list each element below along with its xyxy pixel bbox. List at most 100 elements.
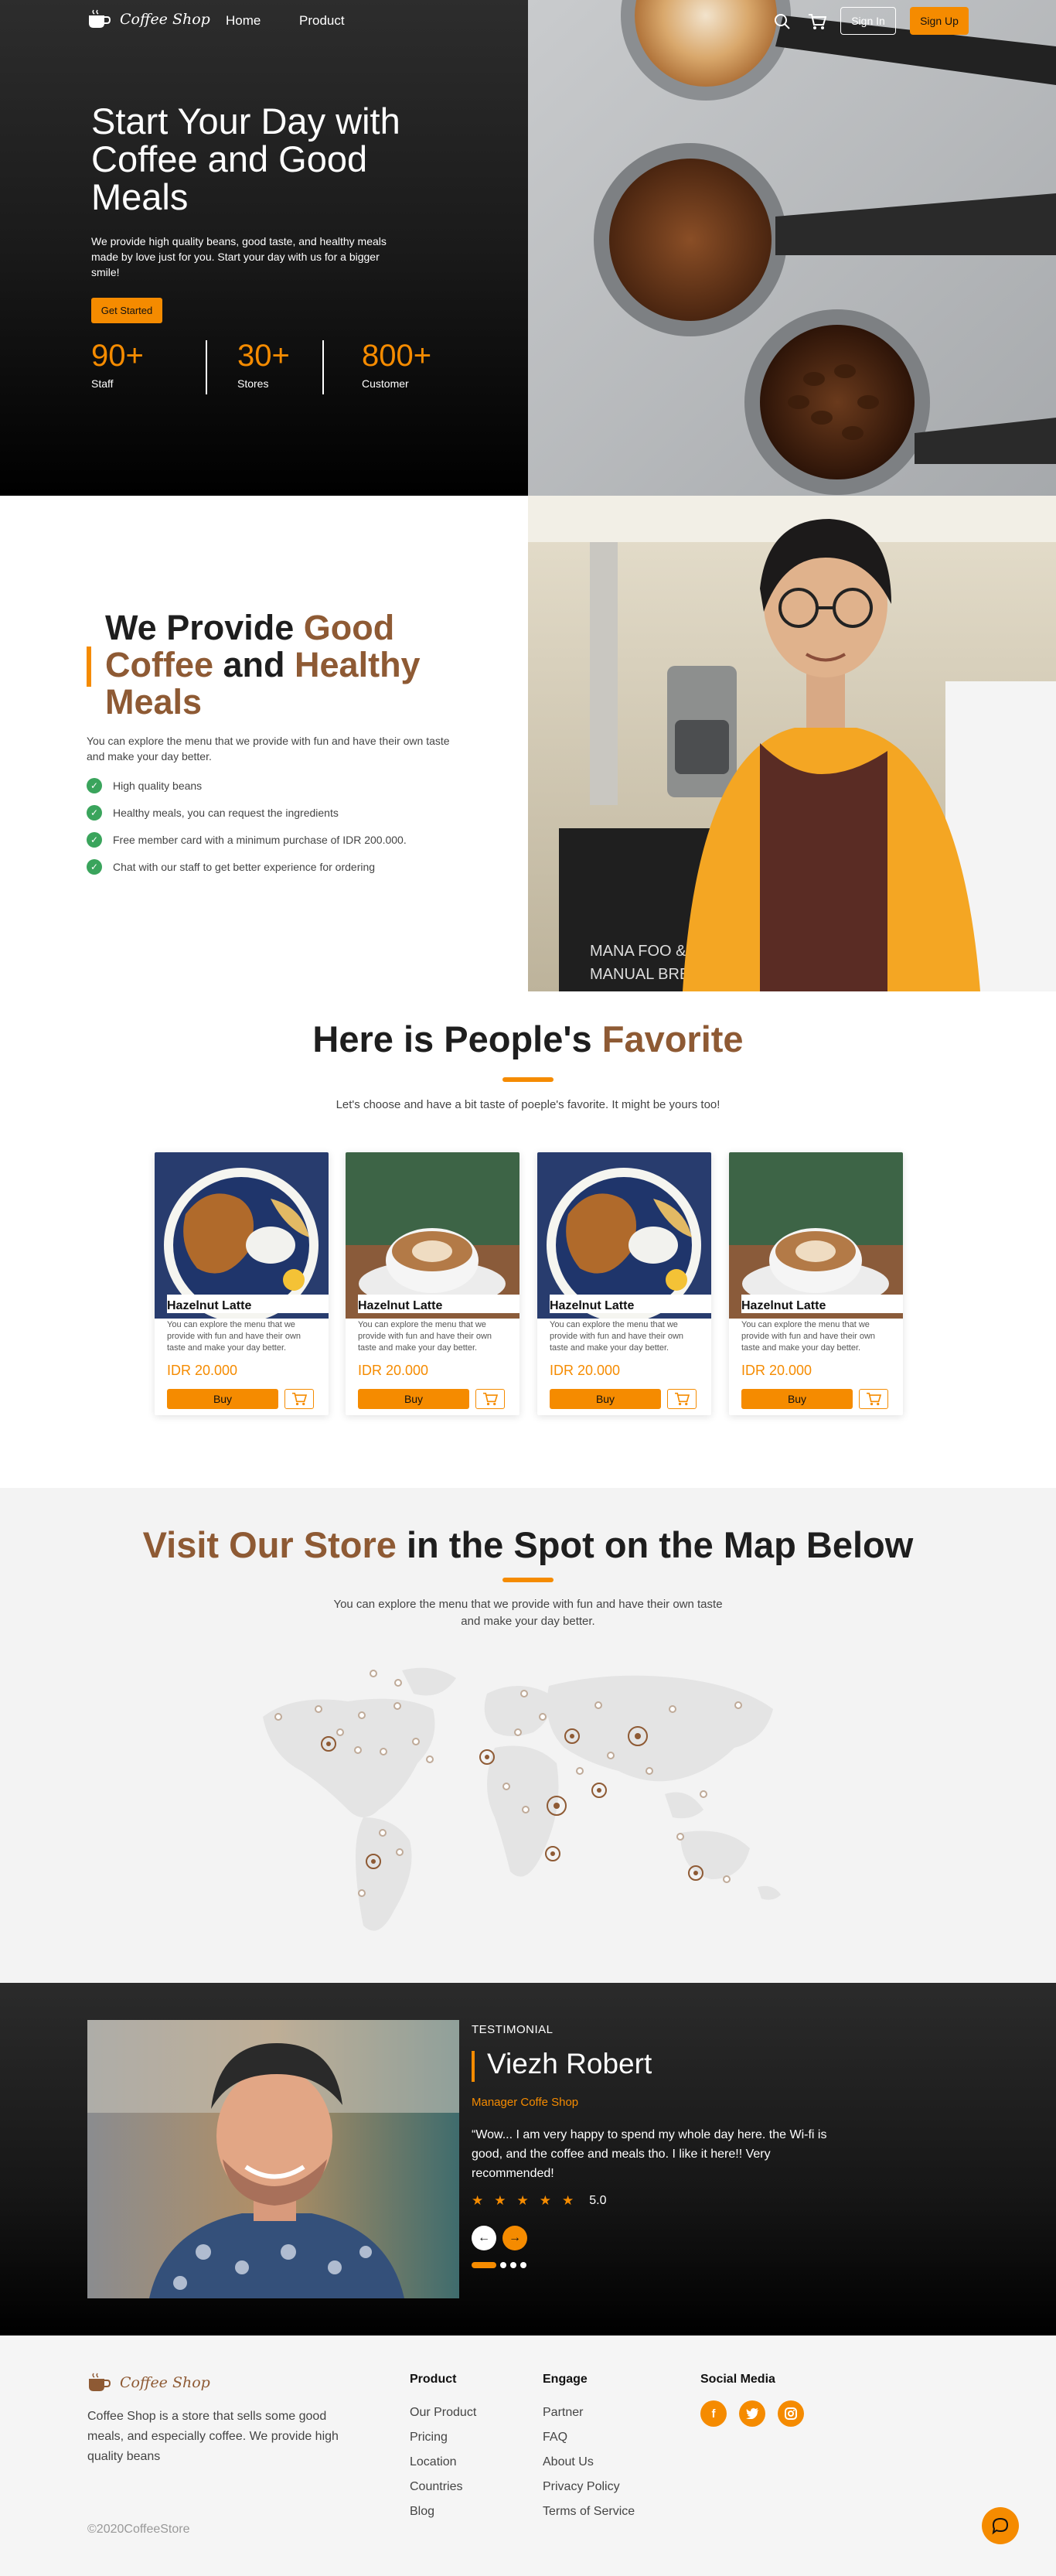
- star-icon: ★: [539, 2193, 551, 2208]
- footer-link[interactable]: Pricing: [410, 2425, 476, 2450]
- testimonial-quote: “Wow... I am very happy to spend my whol…: [472, 2128, 827, 2180]
- provide-description: You can explore the menu that we provide…: [87, 735, 450, 763]
- copyright: ©2020CoffeeStore: [87, 2523, 190, 2536]
- accent-bar: [472, 2051, 475, 2082]
- stat-value: 30+: [237, 339, 290, 373]
- carousel-dot[interactable]: [520, 2262, 526, 2268]
- rating-stars: ★ ★ ★ ★ ★ 5.0: [472, 2193, 607, 2209]
- footer-column-engage: Engage Partner FAQ About Us Privacy Poli…: [543, 2373, 635, 2524]
- stat-staff: 90+ Staff: [91, 337, 144, 390]
- testimonial-name: Viezh Robert: [487, 2048, 652, 2080]
- product-image-food: [537, 1152, 711, 1322]
- hero-title: Start Your Day with Coffee and Good Meal…: [91, 101, 400, 217]
- feature-label: Healthy meals, you can request the ingre…: [113, 807, 339, 819]
- top-navbar: Coffee Shop Home Product Sign In Sign Up: [0, 0, 1056, 43]
- add-to-cart-icon[interactable]: [859, 1389, 888, 1409]
- buy-button[interactable]: Buy: [167, 1389, 278, 1409]
- buy-button[interactable]: Buy: [741, 1389, 853, 1409]
- nav-link-home[interactable]: Home: [226, 13, 261, 29]
- prev-arrow-icon[interactable]: ←: [472, 2226, 496, 2250]
- product-card: Hazelnut Latte You can explore the menu …: [729, 1152, 903, 1415]
- star-icon: ★: [562, 2193, 574, 2208]
- footer-link[interactable]: Blog: [410, 2499, 476, 2524]
- facebook-icon[interactable]: f: [700, 2400, 727, 2427]
- add-to-cart-icon[interactable]: [475, 1389, 505, 1409]
- provide-title: We Provide Good Coffee and Healthy Meals: [105, 609, 476, 721]
- title-highlight: Favorite: [601, 1018, 744, 1059]
- carousel-dot[interactable]: [500, 2262, 506, 2268]
- add-to-cart-icon[interactable]: [284, 1389, 314, 1409]
- footer-description: Coffee Shop is a store that sells some g…: [87, 2410, 339, 2463]
- search-icon[interactable]: [772, 11, 793, 32]
- nav-link-product[interactable]: Product: [299, 13, 345, 29]
- feature-item: ✓ Chat with our staff to get better exper…: [87, 859, 375, 875]
- hero-image-coffee-portafilters: [528, 0, 1056, 496]
- footer-link[interactable]: Countries: [410, 2475, 476, 2499]
- check-icon: ✓: [87, 832, 102, 848]
- product-name: Hazelnut Latte: [358, 1295, 519, 1313]
- logo-text: Coffee Shop: [120, 11, 210, 28]
- next-arrow-icon[interactable]: →: [502, 2226, 527, 2250]
- accent-bar: [87, 647, 91, 687]
- footer-link[interactable]: About Us: [543, 2450, 635, 2475]
- carousel-dot-active[interactable]: [472, 2262, 496, 2268]
- instagram-icon[interactable]: [778, 2400, 804, 2427]
- stat-label: Customer: [362, 377, 409, 390]
- feature-label: Chat with our staff to get better experi…: [113, 861, 376, 873]
- feature-label: High quality beans: [113, 780, 203, 792]
- world-map[interactable]: [247, 1663, 804, 1957]
- footer-logo[interactable]: Coffee Shop: [87, 2373, 210, 2393]
- product-name: Hazelnut Latte: [741, 1295, 903, 1313]
- star-icon: ★: [516, 2193, 529, 2208]
- title-part: Here is People's: [312, 1018, 602, 1059]
- store-subtitle: You can explore the menu that we provide…: [333, 1598, 723, 1628]
- footer-link[interactable]: FAQ: [543, 2425, 635, 2450]
- testimonial-photo: [87, 2020, 459, 2298]
- check-icon: ✓: [87, 805, 102, 821]
- barista-photo: MANA FOO & CO MANUAL BREW: [528, 496, 1056, 991]
- product-description: You can explore the menu that we provide…: [358, 1320, 492, 1353]
- product-price: IDR 20.000: [741, 1363, 812, 1378]
- footer-column-title: Engage: [543, 2373, 588, 2386]
- footer-link[interactable]: Our Product: [410, 2400, 476, 2425]
- buy-button[interactable]: Buy: [550, 1389, 661, 1409]
- star-icon: ★: [494, 2193, 506, 2208]
- stat-value: 800+: [362, 339, 432, 373]
- favorite-title: Here is People's Favorite: [0, 1018, 1056, 1060]
- store-title: Visit Our Store in the Spot on the Map B…: [0, 1523, 1056, 1566]
- title-part: and: [213, 645, 295, 684]
- chat-bubble-icon[interactable]: [982, 2507, 1019, 2544]
- rating-value: 5.0: [589, 2194, 607, 2207]
- stat-divider: [322, 340, 324, 394]
- product-price: IDR 20.000: [550, 1363, 621, 1378]
- coffee-cup-icon: [87, 2373, 111, 2393]
- title-underline: [502, 1077, 554, 1082]
- footer-column-title: Product: [410, 2373, 457, 2386]
- title-highlight: Visit Our Store: [142, 1524, 397, 1565]
- footer-link[interactable]: Partner: [543, 2400, 635, 2425]
- stat-label: Staff: [91, 377, 114, 390]
- sign-up-button[interactable]: Sign Up: [910, 7, 969, 35]
- footer-column-product: Product Our Product Pricing Location Cou…: [410, 2373, 476, 2524]
- feature-label: Free member card with a minimum purchase…: [113, 834, 407, 846]
- add-to-cart-icon[interactable]: [667, 1389, 697, 1409]
- product-description: You can explore the menu that we provide…: [167, 1320, 301, 1353]
- twitter-icon[interactable]: [739, 2400, 765, 2427]
- product-price: IDR 20.000: [167, 1363, 238, 1378]
- title-part: in the Spot on the Map Below: [396, 1524, 914, 1565]
- title-part: We Provide: [105, 608, 304, 647]
- footer-link[interactable]: Privacy Policy: [543, 2475, 635, 2499]
- carousel-dot[interactable]: [510, 2262, 516, 2268]
- product-image-coffee: [346, 1152, 519, 1319]
- cart-icon[interactable]: [806, 11, 828, 32]
- footer-link[interactable]: Location: [410, 2450, 476, 2475]
- footer-column-title: Social Media: [700, 2373, 775, 2386]
- buy-button[interactable]: Buy: [358, 1389, 469, 1409]
- stat-value: 90+: [91, 339, 144, 373]
- logo-text: Coffee Shop: [120, 2374, 210, 2391]
- footer-link[interactable]: Terms of Service: [543, 2499, 635, 2524]
- get-started-button[interactable]: Get Started: [91, 298, 162, 323]
- stat-divider: [206, 340, 207, 394]
- logo[interactable]: Coffee Shop: [87, 9, 210, 29]
- sign-in-button[interactable]: Sign In: [840, 7, 896, 35]
